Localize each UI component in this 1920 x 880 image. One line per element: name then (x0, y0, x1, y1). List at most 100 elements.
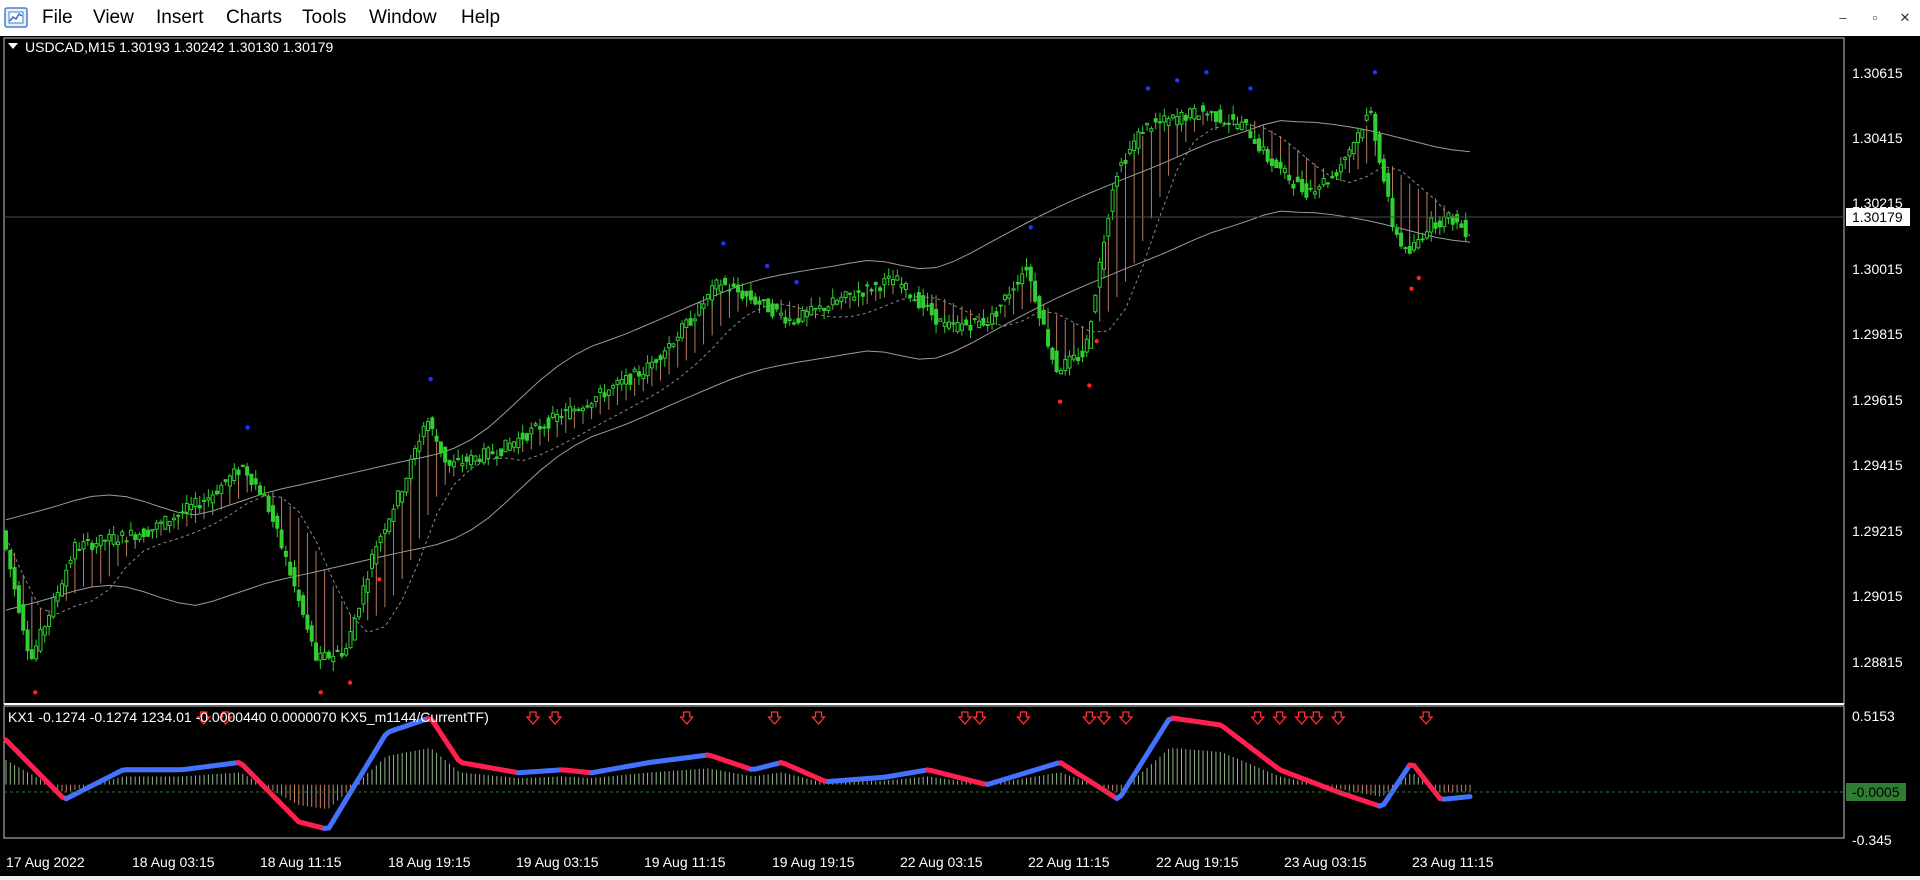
candle-body (688, 318, 693, 326)
candle-body (1153, 118, 1158, 123)
candle-body (344, 648, 349, 656)
candle-body (934, 308, 939, 325)
candle-body (744, 291, 749, 297)
candle-body (1188, 108, 1193, 119)
candle-body (1269, 158, 1274, 167)
time-label: 18 Aug 03:15 (132, 854, 215, 870)
candle-body (895, 275, 900, 281)
swing-high-dot (1028, 225, 1034, 230)
candle-body (774, 303, 779, 310)
candle-body (619, 378, 624, 385)
candle-body (925, 304, 930, 307)
candle-body (283, 550, 288, 557)
candle-body (856, 290, 861, 293)
candle-body (658, 355, 663, 361)
menu-window[interactable]: Window (369, 7, 437, 29)
candle-body (1024, 266, 1029, 271)
menu-help[interactable]: Help (461, 7, 500, 29)
candle-body (1127, 148, 1132, 154)
candle-body (481, 448, 486, 464)
candle-body (1196, 115, 1201, 121)
candle-body (1209, 111, 1214, 114)
candle-body (34, 645, 39, 660)
swing-low-dot (318, 690, 323, 695)
candle-body (335, 649, 340, 653)
candle-body (370, 553, 374, 569)
menu-file[interactable]: File (42, 7, 73, 29)
menu-view[interactable]: View (93, 7, 134, 29)
candle-body (1213, 111, 1218, 122)
candle-body (1201, 105, 1206, 112)
candle-body (1394, 228, 1399, 235)
candle-body (236, 469, 241, 476)
candle-body (1170, 114, 1175, 119)
candle-body (1300, 178, 1305, 193)
candle-body (1106, 218, 1111, 237)
candle-body (305, 614, 310, 630)
menu-charts[interactable]: Charts (226, 7, 282, 29)
candle-body (12, 567, 17, 590)
candle-body (1308, 187, 1313, 190)
candle-body (1403, 247, 1408, 250)
candle-body (1063, 359, 1068, 372)
candle-body (1157, 121, 1162, 124)
candle-body (464, 456, 469, 463)
candle-body (1429, 217, 1434, 233)
candle-body (51, 596, 56, 618)
candle-body (301, 595, 306, 615)
restore-button[interactable]: ▫ (1862, 8, 1888, 28)
candle-body (1033, 280, 1038, 302)
candle-body (331, 655, 336, 663)
swing-low-dot (1087, 383, 1092, 388)
candle-body (1002, 294, 1007, 301)
swing-high-dot (765, 263, 770, 269)
time-label: 18 Aug 11:15 (260, 854, 342, 870)
close-button[interactable]: ✕ (1892, 8, 1918, 28)
candle-body (171, 517, 176, 521)
chart-area[interactable]: USDCAD,M15 1.30193 1.30242 1.30130 1.301… (0, 36, 1920, 876)
candle-body (1295, 176, 1300, 183)
candle-body (460, 462, 465, 467)
minimize-button[interactable]: – (1830, 8, 1856, 28)
candle-body (352, 618, 357, 641)
candle-body (1442, 216, 1447, 228)
candle-body (374, 546, 379, 565)
swing-low-dot (1409, 286, 1414, 291)
candle-body (731, 283, 736, 288)
candle-body (1424, 231, 1429, 239)
candle-body (843, 291, 848, 298)
candle-body (736, 284, 740, 293)
candle-body (408, 458, 413, 480)
price-label: 1.29015 (1852, 588, 1903, 604)
candle-body (593, 396, 598, 403)
candle-body (1433, 222, 1438, 229)
candle-body (1080, 350, 1085, 358)
candle-body (830, 297, 835, 306)
candle-body (645, 362, 650, 377)
candle-body (21, 604, 26, 631)
candle-body (981, 317, 986, 326)
candle-body (1317, 186, 1322, 190)
metatrader-icon[interactable] (4, 5, 30, 31)
candle-body (869, 289, 874, 292)
candle-body (1084, 338, 1089, 353)
candle-body (1416, 239, 1421, 249)
candle-body (1041, 309, 1046, 325)
menu-insert[interactable]: Insert (156, 7, 204, 29)
candle-body (809, 305, 814, 316)
candle-body (576, 408, 581, 411)
candle-body (779, 312, 784, 316)
candle-body (533, 423, 538, 426)
candle-body (1351, 142, 1356, 155)
menu-tools[interactable]: Tools (302, 7, 346, 29)
candle-body (59, 583, 64, 597)
candle-body (1136, 131, 1141, 149)
candle-body (886, 275, 891, 279)
candle-body (804, 311, 809, 318)
candle-body (1145, 122, 1150, 126)
candle-body (1179, 111, 1184, 125)
candle-body (1020, 273, 1025, 285)
time-label: 22 Aug 03:15 (900, 854, 983, 870)
candle-body (1252, 139, 1257, 144)
candle-body (955, 322, 960, 333)
